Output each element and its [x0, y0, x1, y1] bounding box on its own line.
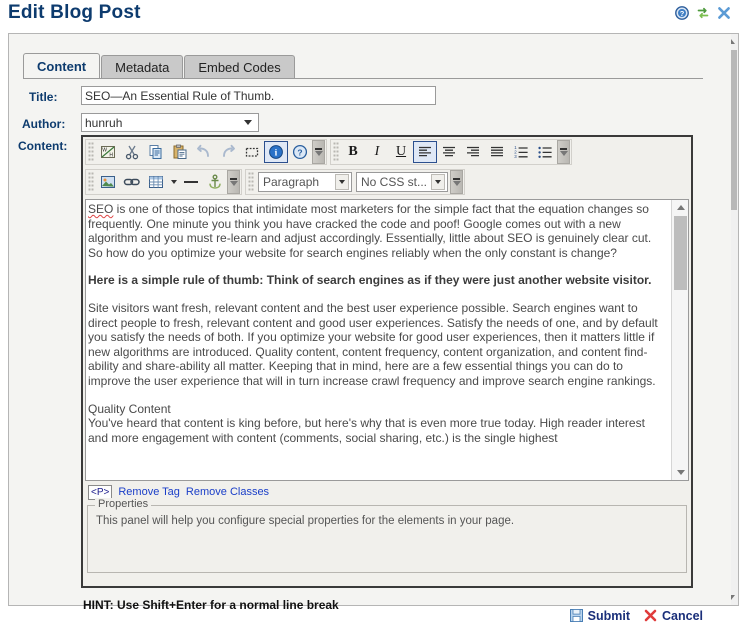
- tab-content-label: Content: [37, 59, 87, 74]
- paragraph-format-value: Paragraph: [263, 175, 320, 189]
- save-icon: [569, 609, 583, 622]
- ordered-list-icon[interactable]: 1 2 3: [509, 141, 533, 163]
- author-select[interactable]: hunruh: [81, 113, 259, 132]
- info-icon[interactable]: i: [264, 141, 288, 163]
- editor-toolbar-row-1: W H i ? B I U 1 2 3: [83, 137, 691, 167]
- toolbar-overflow-button[interactable]: [557, 140, 570, 164]
- cancel-button[interactable]: Cancel: [644, 609, 703, 623]
- content-label: Content:: [18, 139, 68, 153]
- tab-metadata-label: Metadata: [115, 60, 170, 75]
- select-all-icon[interactable]: [240, 141, 264, 163]
- svg-text:H: H: [109, 152, 113, 158]
- redo-icon[interactable]: [216, 141, 240, 163]
- content-document[interactable]: SEO is one of those topics that intimida…: [86, 200, 672, 458]
- scroll-up-button[interactable]: [673, 200, 688, 215]
- submit-button[interactable]: Submit: [569, 608, 630, 623]
- help-icon[interactable]: ?: [675, 6, 689, 20]
- horizontal-rule-icon[interactable]: [179, 171, 203, 193]
- properties-description: This panel will help you configure speci…: [96, 515, 515, 527]
- chevron-down-icon: [335, 174, 349, 190]
- remove-classes-link[interactable]: Remove Classes: [186, 486, 269, 498]
- refresh-icon[interactable]: [696, 6, 710, 20]
- content-heading: Quality Content: [88, 401, 171, 416]
- toggle-wysiwyg-html-icon[interactable]: W H: [96, 141, 120, 163]
- help-icon[interactable]: ?: [288, 141, 312, 163]
- tab-embed-codes[interactable]: Embed Codes: [184, 55, 295, 79]
- align-left-icon[interactable]: [413, 141, 437, 163]
- cut-icon[interactable]: [120, 141, 144, 163]
- italic-icon[interactable]: I: [365, 141, 389, 163]
- insert-table-icon[interactable]: [144, 171, 168, 193]
- misspelled-word: SEO: [88, 202, 114, 216]
- chevron-down-icon: [244, 120, 252, 125]
- toolbar-grip[interactable]: [248, 172, 254, 192]
- submit-button-label: Submit: [587, 608, 630, 623]
- toolbar-group-clipboard: W H i ?: [85, 139, 327, 165]
- tab-divider: [23, 78, 703, 79]
- svg-text:?: ?: [297, 147, 302, 157]
- title-input[interactable]: [81, 86, 436, 105]
- css-style-value: No CSS st...: [361, 175, 428, 189]
- remove-tag-link[interactable]: Remove Tag: [118, 486, 180, 498]
- insert-link-icon[interactable]: [120, 171, 144, 193]
- properties-legend: Properties: [95, 498, 152, 510]
- content-paragraph: Here is a simple rule of thumb: Think of…: [88, 273, 652, 288]
- align-right-icon[interactable]: [461, 141, 485, 163]
- paragraph-format-select[interactable]: Paragraph: [258, 172, 352, 192]
- paste-icon[interactable]: [168, 141, 192, 163]
- editor-toolbar-row-2: Paragraph No CSS st...: [83, 167, 691, 197]
- insert-image-icon[interactable]: [96, 171, 120, 193]
- toolbar-overflow-button[interactable]: [312, 140, 325, 164]
- cancel-button-label: Cancel: [662, 608, 703, 623]
- rich-text-editor: W H i ? B I U 1 2 3 Paragraph No CSS st.…: [81, 135, 693, 588]
- svg-text:?: ?: [680, 9, 685, 18]
- properties-panel: Properties This panel will help you conf…: [87, 498, 687, 573]
- toolbar-grip[interactable]: [88, 142, 94, 162]
- tab-metadata[interactable]: Metadata: [101, 55, 184, 79]
- scroll-down-button[interactable]: [673, 465, 688, 480]
- title-label: Title:: [29, 90, 58, 104]
- bold-icon[interactable]: B: [341, 141, 365, 163]
- unordered-list-icon[interactable]: [533, 141, 557, 163]
- toolbar-group-formatting: B I U 1 2 3: [330, 139, 572, 165]
- content-paragraph: You've heard that content is king before…: [88, 416, 645, 445]
- page-title: Edit Blog Post: [8, 2, 141, 23]
- tab-embed-codes-label: Embed Codes: [198, 60, 281, 75]
- chevron-down-icon: [431, 174, 445, 190]
- anchor-icon[interactable]: [203, 171, 227, 193]
- undo-icon[interactable]: [192, 141, 216, 163]
- toolbar-group-insert: [85, 169, 242, 195]
- toolbar-group-styles: Paragraph No CSS st...: [245, 169, 465, 195]
- svg-text:3: 3: [514, 154, 517, 159]
- footer-actions: Submit Cancel: [0, 605, 739, 626]
- close-icon[interactable]: [717, 6, 731, 20]
- scrollbar-thumb[interactable]: [674, 216, 687, 290]
- copy-icon[interactable]: [144, 141, 168, 163]
- tab-content[interactable]: Content: [23, 53, 101, 79]
- tab-bar: Content Metadata Embed Codes: [23, 53, 296, 79]
- align-justify-icon[interactable]: [485, 141, 509, 163]
- header-icon-group: ?: [675, 6, 731, 20]
- toolbar-grip[interactable]: [88, 172, 94, 192]
- svg-text:i: i: [275, 149, 278, 159]
- author-label: Author:: [22, 117, 66, 131]
- toolbar-overflow-button[interactable]: [450, 170, 463, 194]
- underline-icon[interactable]: U: [389, 141, 413, 163]
- cancel-icon: [644, 609, 657, 622]
- chevron-down-icon[interactable]: [168, 171, 179, 193]
- align-center-icon[interactable]: [437, 141, 461, 163]
- toolbar-grip[interactable]: [333, 142, 339, 162]
- content-editable-area[interactable]: SEO is one of those topics that intimida…: [85, 199, 689, 481]
- edit-form-panel: Content Metadata Embed Codes Title: Auth…: [8, 33, 731, 612]
- svg-text:W: W: [102, 148, 107, 154]
- author-select-value: hunruh: [85, 115, 123, 130]
- element-path-bar: <P> Remove Tag Remove Classes: [85, 483, 689, 501]
- editor-scrollbar[interactable]: [671, 200, 688, 480]
- content-paragraph: Site visitors want fresh, relevant conte…: [88, 300, 658, 388]
- css-style-select[interactable]: No CSS st...: [356, 172, 448, 192]
- content-paragraph: SEO is one of those topics that intimida…: [88, 202, 652, 260]
- toolbar-overflow-button[interactable]: [227, 170, 240, 194]
